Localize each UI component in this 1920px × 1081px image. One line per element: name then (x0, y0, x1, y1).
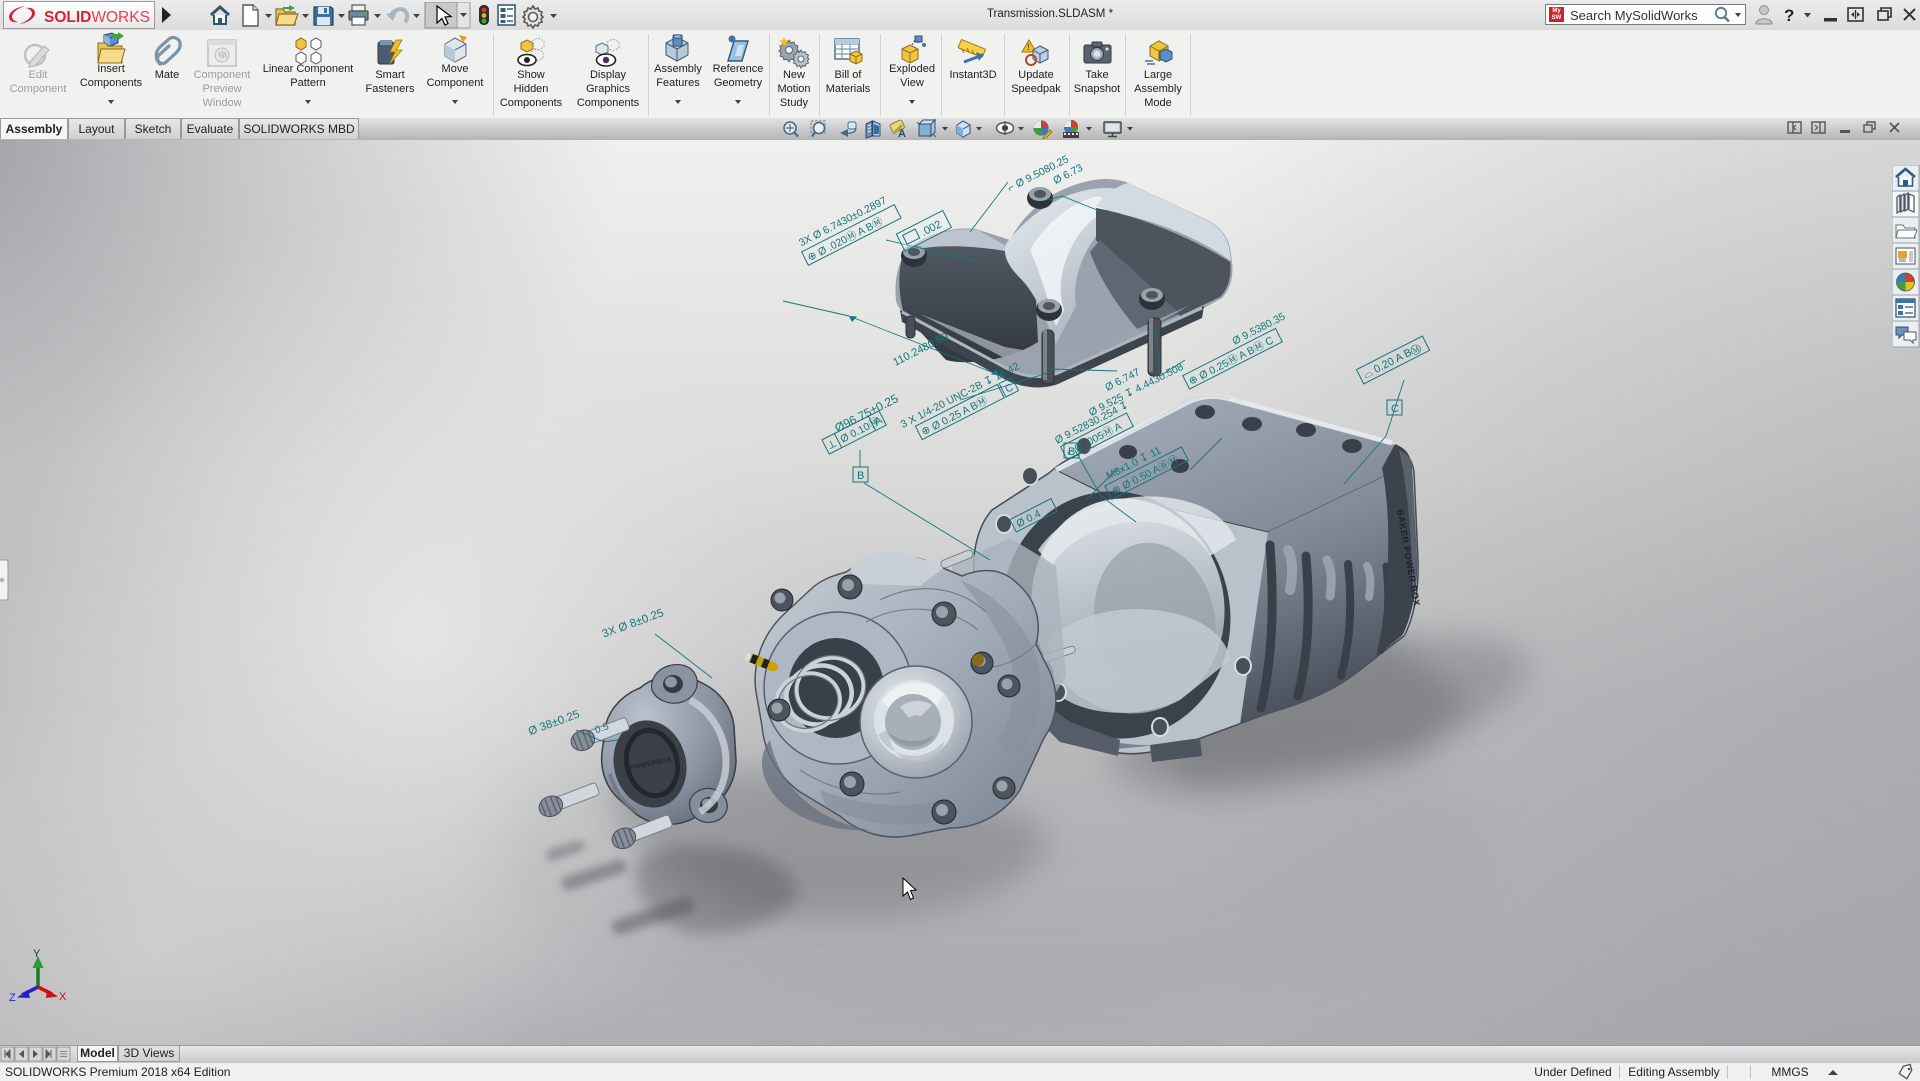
svg-text:?: ? (1784, 6, 1794, 25)
svg-text:B: B (1068, 446, 1075, 458)
svg-text:X: X (59, 991, 67, 1003)
svg-text:!: ! (1027, 42, 1030, 52)
svg-text:Y: Y (33, 948, 41, 960)
svg-text:SOLIDWORKS: SOLIDWORKS (44, 9, 150, 26)
svg-text:A: A (898, 128, 906, 140)
svg-text:Z: Z (9, 992, 16, 1004)
svg-text:B: B (857, 470, 864, 482)
svg-text:C: C (1391, 403, 1399, 415)
